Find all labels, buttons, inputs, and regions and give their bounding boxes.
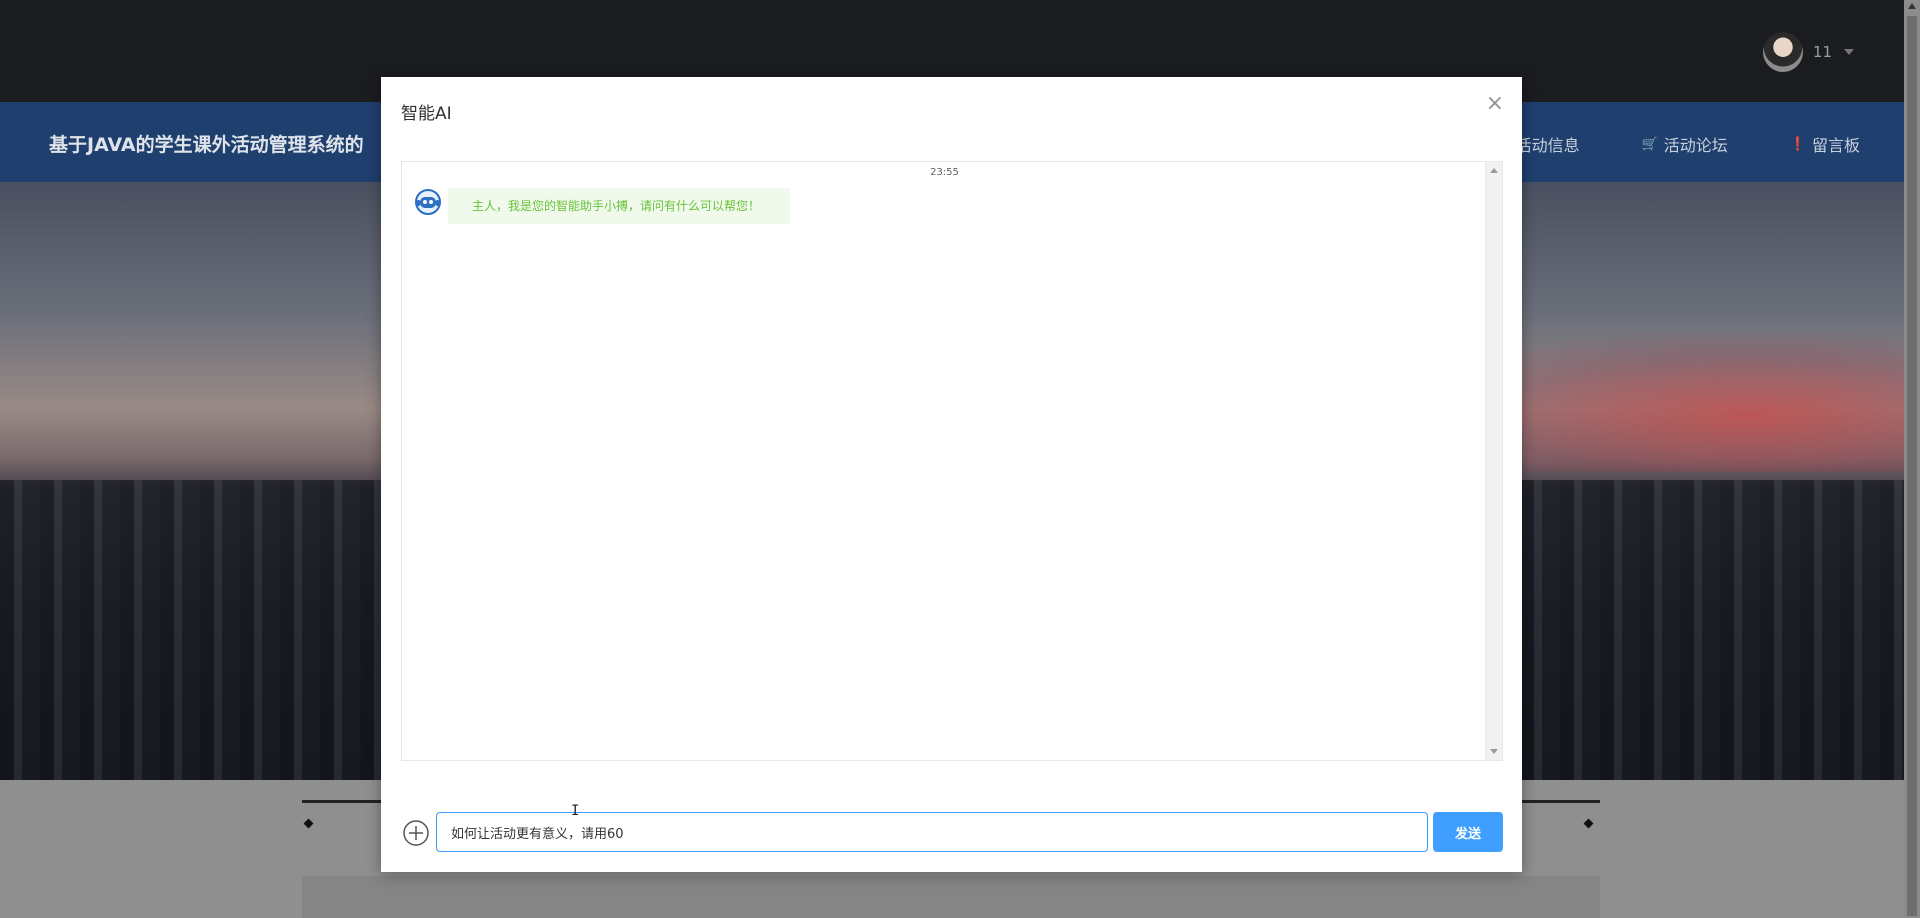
scroll-down-arrow[interactable] xyxy=(1490,749,1498,754)
close-icon[interactable]: × xyxy=(1486,93,1504,115)
text-cursor-icon: I xyxy=(571,803,580,819)
send-button[interactable]: 发送 xyxy=(1433,812,1503,852)
robot-icon xyxy=(415,189,441,215)
chat-messages-area[interactable]: 23:55 主人，我是您的智能助手小搏，请问有什么可以帮您！ xyxy=(401,161,1503,761)
dialog-title: 智能AI xyxy=(401,104,452,124)
scroll-up-arrow[interactable] xyxy=(1908,3,1916,9)
chat-scrollbar[interactable] xyxy=(1485,162,1502,760)
chat-input-row: 发送 xyxy=(401,812,1503,852)
scroll-up-arrow[interactable] xyxy=(1490,168,1498,173)
message-timestamp: 23:55 xyxy=(930,167,959,178)
add-attachment-icon[interactable] xyxy=(403,820,429,846)
page-scrollbar[interactable] xyxy=(1904,0,1920,918)
message-input[interactable] xyxy=(436,812,1428,852)
ai-chat-dialog: 智能AI × 23:55 主人，我是您的智能助手小搏，请问有什么可以帮您！ 发送 xyxy=(381,77,1522,872)
bot-message-bubble: 主人，我是您的智能助手小搏，请问有什么可以帮您！ xyxy=(448,188,791,224)
scrollbar-thumb[interactable] xyxy=(1907,16,1917,916)
